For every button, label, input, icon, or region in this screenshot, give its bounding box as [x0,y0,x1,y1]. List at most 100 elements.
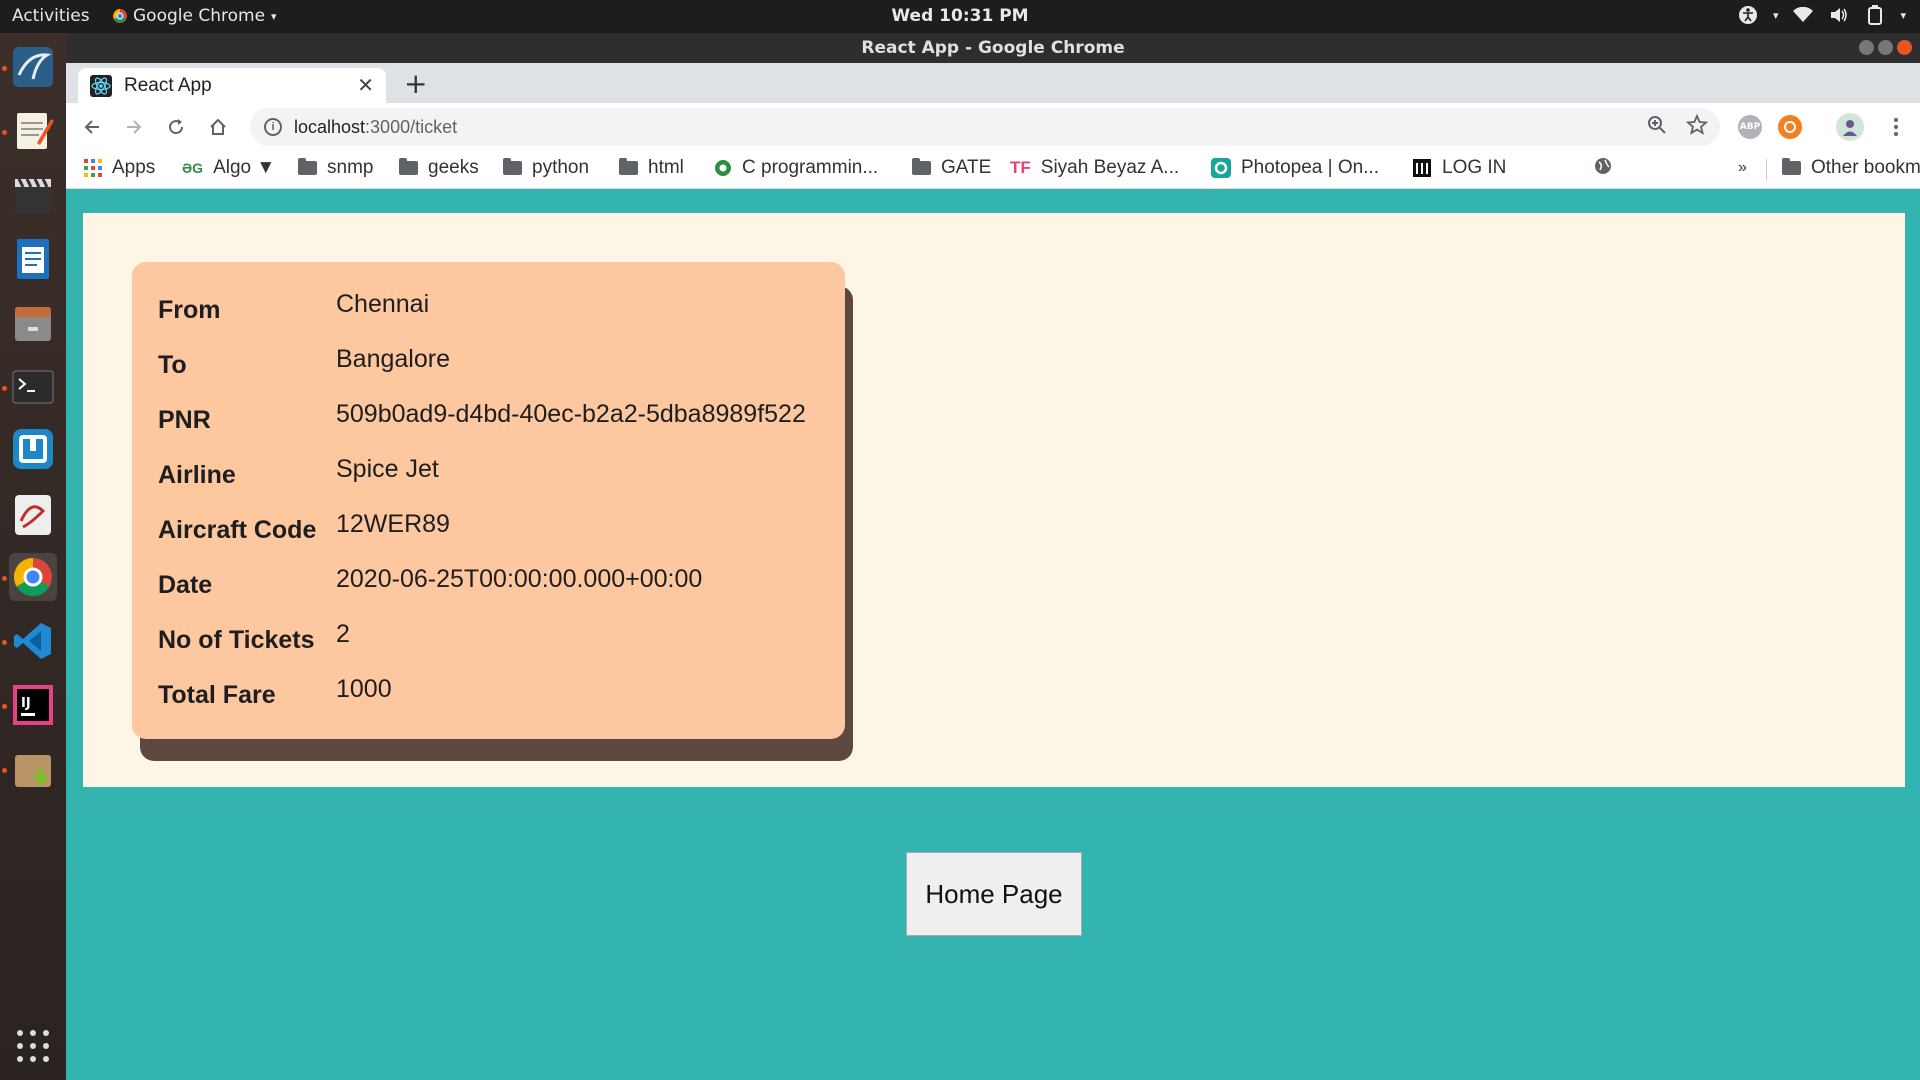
chevron-down-icon: ▾ [1772,8,1779,22]
minimize-button[interactable] [1859,40,1874,55]
page-content: From Chennai To Bangalore PNR 509b0ad9-d… [66,189,1920,1080]
site-icon [715,160,731,176]
home-page-button[interactable]: Home Page [906,852,1082,936]
intellij-icon[interactable]: IJ [9,681,57,729]
folder-icon [503,158,522,175]
bookmark-python[interactable]: python [503,157,589,179]
bookmark-label: python [532,157,590,178]
bookmark-globe[interactable] [1594,157,1612,175]
folder-icon [298,158,317,175]
show-applications-icon[interactable] [17,1030,49,1062]
geeksforgeeks-icon: ƏG [182,160,204,176]
home-button[interactable] [204,113,232,141]
folder-icon [399,158,418,175]
field-value: 2020-06-25T00:00:00.000+00:00 [336,565,703,593]
bookmark-gate[interactable]: GATE [912,157,991,179]
video-editor-icon[interactable] [9,171,57,219]
battery-icon[interactable] [1864,4,1886,26]
field-value: Chennai [336,290,430,318]
bookmark-siyah-beyaz[interactable]: TF Siyah Beyaz A... [1010,157,1179,179]
chrome-window: React App - Google Chrome React App ✕ + … [66,33,1920,1080]
adblock-icon[interactable]: ABP [1738,115,1762,139]
vscode-icon[interactable] [9,617,57,665]
terminal-icon[interactable] [9,363,57,411]
field-label: To [158,351,187,379]
tab-react-app[interactable]: React App ✕ [78,68,386,103]
bookmark-label: Apps [112,157,156,178]
field-label: Total Fare [158,681,276,709]
other-bookmarks[interactable]: Other bookmarks [1782,157,1920,179]
clock[interactable]: Wed 10:31 PM [0,6,1920,26]
extension-icon[interactable] [1778,115,1802,139]
bookmark-c-programming[interactable]: C programmin... [714,157,878,179]
field-value: Bangalore [336,345,450,373]
maximize-button[interactable] [1878,40,1893,55]
zoom-icon[interactable] [1646,114,1668,136]
back-button[interactable] [78,113,106,141]
chrome-icon[interactable] [9,553,57,601]
field-value: 12WER89 [336,510,450,538]
wifi-icon[interactable] [1792,4,1814,26]
bookmark-algo[interactable]: ƏG Algo ▼ [182,157,275,179]
bookmark-photopea[interactable]: Photopea | On... [1211,157,1379,179]
forward-button[interactable] [120,113,148,141]
reload-button[interactable] [162,113,190,141]
window-controls [1859,40,1912,55]
tf-icon: TF [1010,158,1031,177]
kebab-menu-icon [1894,118,1898,136]
text-editor-icon[interactable] [9,107,57,155]
bookmark-apps[interactable]: Apps [84,157,155,179]
building-icon [1413,159,1431,177]
bookmark-html[interactable]: html [619,157,684,179]
close-icon[interactable]: ✕ [357,73,374,98]
bookmarks-bar: Apps ƏG Algo ▼ snmp geeks python html C … [66,151,1920,189]
writer-icon[interactable] [9,235,57,283]
address-bar[interactable]: i localhost:3000/ticket [250,108,1720,146]
document-viewer-icon[interactable] [9,491,57,539]
volume-icon[interactable] [1828,4,1850,26]
system-top-bar: Activities Google Chrome ▾ Wed 10:31 PM … [0,0,1920,33]
bookmark-log-in[interactable]: LOG IN [1412,157,1506,179]
tab-title: React App [124,74,212,96]
running-indicator [2,768,7,773]
browser-toolbar: i localhost:3000/ticket ABP [66,103,1920,151]
folder-icon [1782,158,1801,175]
divider [1766,159,1767,181]
mysql-workbench-icon[interactable] [9,43,57,91]
files-icon[interactable] [9,299,57,347]
arrow-left-icon [84,120,99,134]
info-icon[interactable]: i [264,118,282,136]
chevron-down-icon: ▾ [1900,8,1906,22]
bookmark-snmp[interactable]: snmp [298,157,373,179]
star-icon[interactable] [1686,114,1708,136]
menu-button[interactable] [1882,113,1910,141]
photopea-icon [1211,158,1231,178]
home-icon [210,118,226,135]
field-label: No of Tickets [158,626,315,654]
bookmarks-overflow-button[interactable]: » [1738,159,1747,177]
field-value: 509b0ad9-d4bd-40ec-b2a2-5dba8989f522 [336,400,806,428]
archive-manager-icon[interactable] [9,745,57,793]
accessibility-icon[interactable] [1737,4,1759,26]
bookmark-label: snmp [327,157,374,178]
field-value: 1000 [336,675,392,703]
new-tab-button[interactable]: + [404,70,427,98]
system-tray[interactable]: ▾ ▾ [1737,4,1906,26]
virtualbox-icon[interactable] [9,425,57,473]
bookmark-label: LOG IN [1442,157,1507,178]
field-value: Spice Jet [336,455,439,483]
field-label: PNR [158,406,211,434]
field-label: Date [158,571,213,599]
react-icon [90,74,112,97]
avatar[interactable] [1836,113,1864,141]
ticket-card: From Chennai To Bangalore PNR 509b0ad9-d… [132,262,845,739]
running-indicator [2,66,7,71]
arrow-right-icon [127,120,142,134]
tab-strip: React App ✕ + [66,63,1920,103]
running-indicator [2,130,7,135]
close-window-button[interactable] [1897,40,1912,55]
bookmark-label: C programmin... [742,157,879,178]
bookmark-geeks[interactable]: geeks [399,157,479,179]
double-chevron-icon: » [1738,159,1747,176]
field-value: 2 [336,620,350,648]
